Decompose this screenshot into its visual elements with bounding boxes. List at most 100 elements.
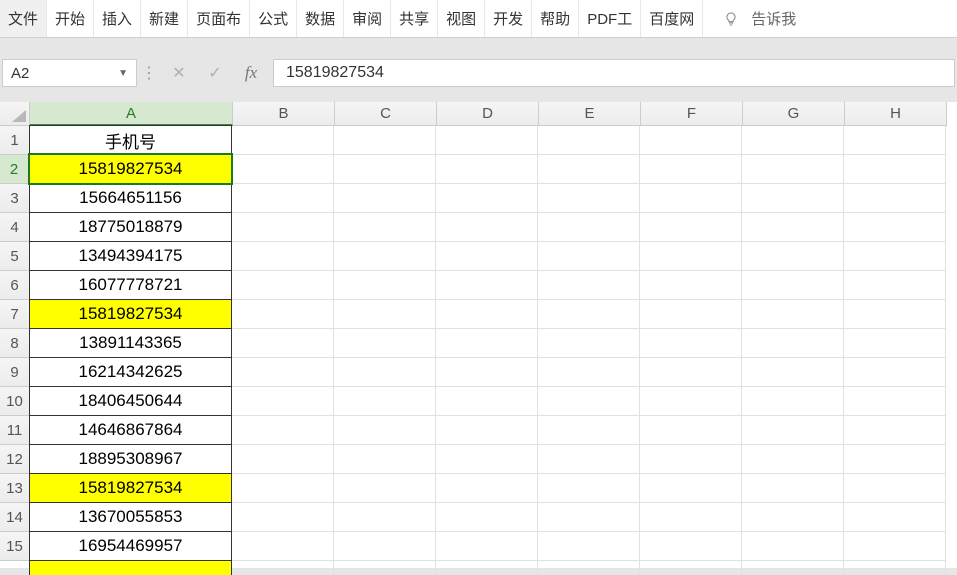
cell[interactable]	[334, 503, 436, 532]
cell[interactable]	[436, 213, 538, 242]
row-header[interactable]: 13	[0, 474, 30, 503]
cell[interactable]	[436, 358, 538, 387]
cell[interactable]	[844, 358, 946, 387]
row-header[interactable]: 1	[0, 126, 30, 155]
cell[interactable]	[742, 532, 844, 561]
cell[interactable]	[742, 561, 844, 575]
cell[interactable]	[844, 126, 946, 155]
cell[interactable]	[640, 445, 742, 474]
row-header[interactable]: 10	[0, 387, 30, 416]
cell[interactable]	[334, 416, 436, 445]
cell[interactable]: 13670055853	[29, 502, 232, 532]
ribbon-tab[interactable]: 开始	[47, 0, 94, 37]
row-header[interactable]: 14	[0, 503, 30, 532]
cell[interactable]	[640, 474, 742, 503]
cell[interactable]	[538, 416, 640, 445]
cell[interactable]	[334, 126, 436, 155]
row-header[interactable]: 11	[0, 416, 30, 445]
cell[interactable]	[334, 358, 436, 387]
cell[interactable]	[640, 416, 742, 445]
cell[interactable]	[742, 387, 844, 416]
cell[interactable]	[640, 242, 742, 271]
cell[interactable]	[844, 184, 946, 213]
cell[interactable]	[436, 503, 538, 532]
ribbon-tab[interactable]: 数据	[297, 0, 344, 37]
cell[interactable]	[232, 561, 334, 575]
cell[interactable]	[742, 271, 844, 300]
cell[interactable]	[334, 445, 436, 474]
cell[interactable]	[844, 155, 946, 184]
cell[interactable]	[436, 561, 538, 575]
cell[interactable]	[436, 184, 538, 213]
cell[interactable]	[334, 474, 436, 503]
cell[interactable]	[538, 532, 640, 561]
ribbon-tab[interactable]: 视图	[438, 0, 485, 37]
cell[interactable]	[436, 126, 538, 155]
column-header[interactable]: E	[539, 102, 641, 126]
cell[interactable]	[334, 300, 436, 329]
cell[interactable]	[232, 126, 334, 155]
row-header[interactable]: 7	[0, 300, 30, 329]
ribbon-tab[interactable]: 插入	[94, 0, 141, 37]
cell[interactable]	[538, 184, 640, 213]
cell[interactable]	[232, 271, 334, 300]
cell[interactable]: 15819827534	[29, 299, 232, 329]
cell[interactable]	[742, 503, 844, 532]
cell[interactable]	[640, 503, 742, 532]
cell[interactable]: 15819827534	[29, 473, 232, 503]
cell[interactable]	[232, 387, 334, 416]
cell[interactable]	[640, 532, 742, 561]
cell[interactable]	[334, 213, 436, 242]
row-header[interactable]: 12	[0, 445, 30, 474]
cell[interactable]	[334, 532, 436, 561]
name-box[interactable]: A2 ▼	[2, 59, 137, 87]
cell[interactable]	[640, 271, 742, 300]
cell[interactable]	[436, 242, 538, 271]
select-all-corner[interactable]	[0, 102, 30, 126]
formula-input[interactable]: 15819827534	[273, 59, 955, 87]
cell[interactable]	[742, 329, 844, 358]
cell[interactable]	[742, 300, 844, 329]
cell[interactable]	[640, 126, 742, 155]
cell[interactable]	[436, 387, 538, 416]
row-header[interactable]: 8	[0, 329, 30, 358]
cell[interactable]	[436, 474, 538, 503]
cell[interactable]	[334, 184, 436, 213]
cell[interactable]	[436, 271, 538, 300]
cell[interactable]	[640, 329, 742, 358]
cell[interactable]	[436, 532, 538, 561]
cell[interactable]	[232, 532, 334, 561]
cell[interactable]: 16954469957	[29, 531, 232, 561]
column-header[interactable]: G	[743, 102, 845, 126]
tell-me[interactable]: 告诉我	[723, 8, 796, 29]
cell[interactable]	[742, 358, 844, 387]
column-header[interactable]: A	[30, 102, 233, 126]
cell[interactable]: 13891143365	[29, 328, 232, 358]
cell[interactable]: 15664651156	[29, 183, 232, 213]
cell[interactable]	[538, 387, 640, 416]
cell[interactable]	[640, 358, 742, 387]
ribbon-tab[interactable]: 新建	[141, 0, 188, 37]
column-header[interactable]: B	[233, 102, 335, 126]
cell[interactable]	[742, 474, 844, 503]
cell[interactable]: 15819827534	[29, 154, 232, 184]
cell[interactable]	[538, 445, 640, 474]
cell[interactable]: 14646867864	[29, 415, 232, 445]
enter-button[interactable]: ✓	[197, 59, 233, 87]
cell[interactable]	[232, 358, 334, 387]
cell[interactable]	[844, 474, 946, 503]
row-header[interactable]: 9	[0, 358, 30, 387]
cell[interactable]	[742, 242, 844, 271]
cell[interactable]	[844, 532, 946, 561]
cell[interactable]	[742, 184, 844, 213]
cell[interactable]	[844, 242, 946, 271]
cell[interactable]	[640, 155, 742, 184]
ribbon-tab[interactable]: 百度网	[641, 0, 703, 37]
fx-button[interactable]: fx	[233, 59, 269, 87]
ribbon-tab[interactable]: 页面布	[188, 0, 250, 37]
ribbon-tab[interactable]: 审阅	[344, 0, 391, 37]
cell[interactable]	[844, 561, 946, 575]
cell[interactable]	[640, 300, 742, 329]
cell[interactable]	[334, 387, 436, 416]
cell[interactable]	[232, 329, 334, 358]
